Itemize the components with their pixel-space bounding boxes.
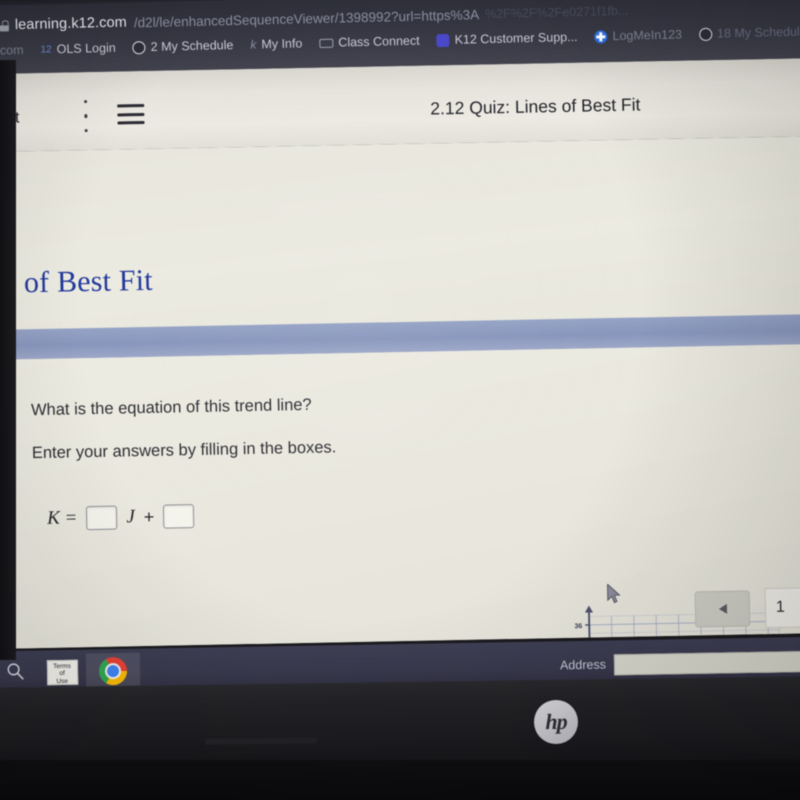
previous-page-button[interactable] [694, 590, 751, 628]
laptop-deck [0, 760, 800, 800]
search-icon[interactable] [6, 662, 25, 681]
chrome-icon [98, 656, 128, 686]
lms-page: Content 2.12 Quiz: Lines of Best Fit Lin… [0, 57, 800, 650]
bookmark-18-my-schedule[interactable]: 18 My Schedule [698, 24, 800, 42]
bookmark-label: OLS Login [56, 40, 116, 57]
page-number-field[interactable]: 1 [764, 586, 800, 629]
bookmark-my-info[interactable]: k My Info [250, 36, 302, 51]
bookmark-k12-customer-support[interactable]: K12 Customer Supp... [436, 29, 578, 47]
bookmark-label: Class Connect [338, 33, 420, 50]
left-arrow-icon [718, 603, 727, 615]
lms-content-area: Lines of Best Fit What is the equation o… [0, 135, 800, 650]
k12-icon: 12 [40, 43, 52, 56]
url-tail: %2F%2F%2Fe0271f1fb... [484, 3, 629, 22]
laptop-screen-photo: learning.k12.com /d2l/le/enhancedSequenc… [0, 0, 800, 800]
bookmark-class-connect[interactable]: Class Connect [319, 34, 420, 50]
taskbar-item-chrome[interactable] [85, 652, 141, 690]
taskbar-item-terms-of-use[interactable]: Terms of Use [34, 654, 91, 691]
slope-input[interactable] [86, 505, 118, 531]
screen-left-bezel [0, 60, 16, 660]
circle-k-icon [698, 27, 713, 41]
page-title: 2.12 Quiz: Lines of Best Fit [430, 94, 641, 119]
mouse-pointer-icon [606, 583, 621, 604]
bookmark-2com[interactable]: ● 2.com [0, 43, 24, 58]
terms-line-3: Use [56, 677, 69, 685]
purple-icon [436, 33, 450, 47]
hp-logo-text: hp [545, 708, 567, 735]
lesson-heading: Lines of Best Fit [0, 263, 154, 301]
bookmark-label: 2.com [0, 42, 24, 58]
kebab-menu-icon[interactable] [83, 100, 89, 133]
equation-lhs: K = [46, 507, 78, 529]
bookmark-ols-login[interactable]: 12 OLS Login [40, 40, 116, 57]
lock-icon [0, 20, 9, 31]
bookmark-label: My Info [261, 36, 303, 52]
plus-circle-icon [594, 29, 608, 44]
address-input[interactable] [613, 650, 800, 675]
question-card: What is the equation of this trend line?… [0, 343, 800, 650]
bookmark-my-schedule[interactable]: 2 My Schedule [132, 38, 234, 54]
address-label: Address [559, 657, 606, 673]
equation-row: K = J + [47, 504, 195, 531]
question-prompt: What is the equation of this trend line? [30, 395, 312, 420]
bookmark-label: K12 Customer Supp... [454, 29, 578, 47]
equation-variable: J [126, 506, 135, 528]
intercept-input[interactable] [163, 504, 195, 529]
circle-k-icon [132, 40, 146, 54]
url-domain: learning.k12.com [14, 14, 128, 34]
bookmark-label: 2 My Schedule [150, 38, 234, 54]
url-path: /d2l/le/enhancedSequenceViewer/1398992?u… [133, 6, 480, 30]
k-mark-icon: k [250, 37, 257, 52]
equation-operator: + [143, 506, 155, 527]
bookmark-logmein123[interactable]: LogMeIn123 [594, 27, 682, 43]
hamburger-menu-icon[interactable] [117, 103, 145, 125]
question-instruction: Enter your answers by filling in the box… [31, 438, 337, 463]
camera-icon [319, 38, 334, 48]
bookmark-label: LogMeIn123 [612, 27, 683, 44]
document-icon: Terms of Use [46, 659, 78, 685]
bookmark-label: 18 My Schedule [716, 24, 800, 41]
svg-text:36: 36 [574, 623, 582, 630]
